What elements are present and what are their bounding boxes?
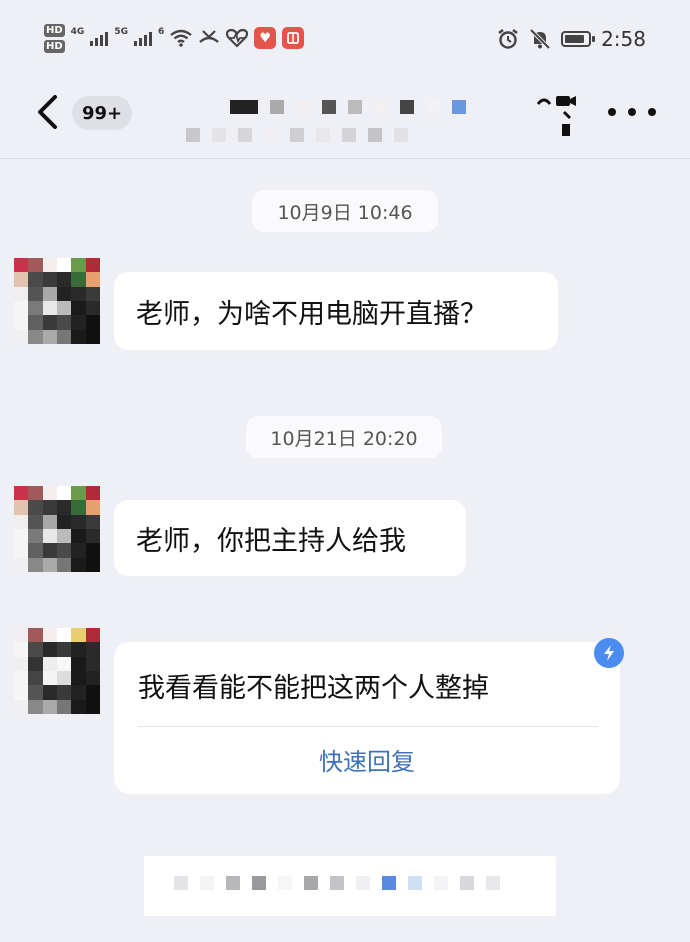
alarm-icon	[497, 28, 519, 50]
signal-icon	[133, 30, 152, 46]
unread-count-badge[interactable]: 99+	[72, 96, 133, 130]
status-bar: HD HD 4G 5G 6 ♥ 2:58	[0, 0, 690, 80]
lightning-icon	[604, 645, 614, 661]
mute-icon	[529, 28, 551, 50]
message-timestamp: 10月9日 10:46	[252, 190, 438, 232]
signal-icon	[90, 30, 109, 46]
hd-icon: HD HD	[44, 23, 65, 53]
avatar[interactable]	[14, 628, 100, 714]
more-icon	[608, 108, 616, 116]
more-icon	[648, 108, 656, 116]
book-icon	[282, 27, 305, 49]
contact-subtitle-pixelated	[186, 128, 408, 142]
divider	[138, 726, 598, 727]
missed-call-icon	[198, 27, 220, 49]
message-bubble[interactable]: 老师，为啥不用电脑开直播？	[114, 272, 558, 350]
wifi-generation: 6	[157, 27, 165, 37]
battery-level	[565, 35, 584, 43]
status-left: HD HD 4G 5G 6 ♥	[44, 20, 305, 56]
back-button[interactable]	[30, 92, 64, 132]
app-heart-icon: ♥	[254, 27, 277, 49]
hd-label-2: HD	[44, 39, 65, 53]
quick-reply-button[interactable]: 快速回复	[114, 742, 620, 777]
message-timestamp: 10月21日 20:20	[246, 416, 442, 458]
status-right: 2:58	[497, 22, 646, 56]
avatar[interactable]	[14, 486, 100, 572]
contact-name-pixelated	[230, 100, 466, 114]
battery-icon	[561, 31, 596, 47]
avatar[interactable]	[14, 258, 100, 344]
network-label-2: 5G	[114, 27, 128, 37]
bottom-bar-pixelated[interactable]	[144, 856, 556, 916]
chat-header: 99+	[0, 80, 690, 159]
hd-label-1: HD	[44, 23, 65, 37]
more-icon	[628, 108, 636, 116]
message-card[interactable]: 我看看能不能把这两个人整掉 快速回复	[114, 642, 620, 794]
status-time: 2:58	[601, 27, 646, 51]
network-label-1: 4G	[70, 27, 85, 37]
video-call-icon	[536, 96, 576, 136]
heartbeat-icon	[226, 27, 249, 49]
message-text: 我看看能不能把这两个人整掉	[138, 673, 489, 704]
flash-badge	[594, 638, 624, 668]
wifi-icon	[170, 27, 192, 49]
back-icon	[38, 95, 57, 129]
more-options-button[interactable]	[608, 102, 656, 122]
video-call-button[interactable]	[534, 90, 580, 140]
bottom-bar-content-pixelated	[174, 876, 500, 890]
message-bubble[interactable]: 老师，你把主持人给我	[114, 500, 466, 576]
